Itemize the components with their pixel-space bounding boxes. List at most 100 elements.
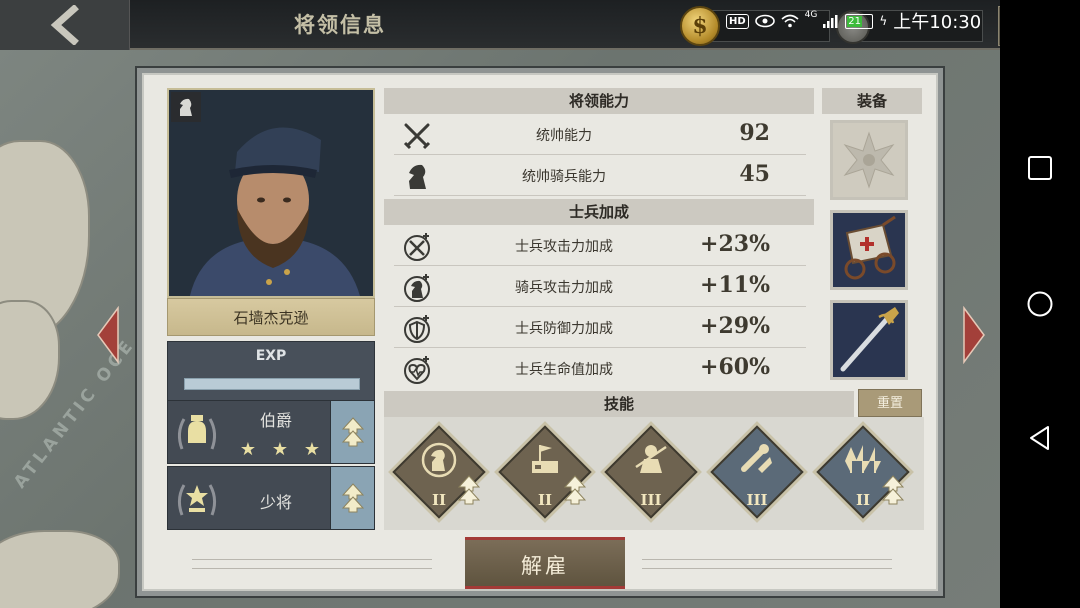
fortification-flag-icon <box>532 445 558 473</box>
bonus-value: +11% <box>700 272 770 298</box>
hd-icon: HD <box>726 13 749 29</box>
equipment-slot-sword[interactable] <box>830 300 908 380</box>
dismiss-general-button[interactable]: 解雇 <box>465 537 625 589</box>
network-type: 4G <box>804 10 818 20</box>
previous-general-arrow-icon[interactable] <box>94 306 122 364</box>
home-icon[interactable] <box>1026 290 1054 318</box>
saber-icon <box>840 307 899 372</box>
bonus-label: 士兵攻击力加成 <box>515 239 613 255</box>
bonus-row-attack: 士兵攻击力加成 +23% <box>394 226 806 266</box>
nobility-rank-row: 伯爵 ★ ★ ★ <box>167 400 375 464</box>
exp-progress-bar <box>184 378 360 390</box>
bonus-row-cavalry-attack: 骑兵攻击力加成 +11% <box>394 267 806 307</box>
crossed-swords-icon <box>403 123 431 150</box>
bonus-label: 士兵防御力加成 <box>515 321 613 337</box>
cannon-ammo-icon <box>741 444 772 473</box>
soldier-charge-icon <box>635 445 667 473</box>
signal-icon <box>823 15 838 28</box>
back-nav-icon[interactable] <box>1026 424 1054 452</box>
reset-skills-button[interactable]: 重置 <box>858 389 922 417</box>
up-arrow-icon <box>341 483 364 513</box>
general-info-panel: 石墙杰克逊 EXP 伯爵 ★ ★ ★ 少将 将领能力 统帅能力 92 统帅骑兵能… <box>137 68 943 596</box>
skill-tier: III <box>746 491 768 509</box>
cavalry-bonus-icon <box>404 274 430 302</box>
ambulance-wagon-icon <box>844 215 896 280</box>
skills-area: II II III III II <box>384 417 924 530</box>
landmass <box>0 530 120 608</box>
ability-label: 统帅能力 <box>536 128 592 144</box>
ability-label: 统帅骑兵能力 <box>522 169 606 185</box>
maltese-cross-icon <box>843 131 895 189</box>
clock: 上午10:30 <box>893 12 982 33</box>
forest-icon <box>845 445 881 473</box>
nobility-stars: ★ ★ ★ <box>232 441 328 459</box>
military-rank-row: 少将 <box>167 466 375 530</box>
general-name: 石墙杰克逊 <box>167 298 375 336</box>
skill-slot-3[interactable]: III <box>604 425 698 519</box>
horse-head-icon <box>409 164 426 189</box>
bonus-label: 骑兵攻击力加成 <box>515 280 613 296</box>
eye-icon <box>754 14 775 28</box>
skill-upgrade-arrow-icon <box>458 475 480 505</box>
knight-chess-icon <box>180 98 192 116</box>
skill-slot-1[interactable]: II <box>392 425 486 519</box>
exp-section: EXP <box>167 341 375 401</box>
bonus-label: 士兵生命值加成 <box>515 362 613 378</box>
star-icon: ★ <box>239 439 257 460</box>
military-rank-title: 少将 <box>259 493 292 512</box>
general-portrait <box>167 88 375 298</box>
gold-coin-icon: $ <box>680 6 720 46</box>
game-screen: ATLANTIC OCE 将领信息 $ HD 4G 21 ϟ 上午10:30 石… <box>0 0 1080 608</box>
ability-row-command: 统帅能力 92 <box>394 115 806 155</box>
skill-slot-5[interactable]: II <box>816 425 910 519</box>
bonus-value: +23% <box>700 231 770 257</box>
charging-icon: ϟ <box>879 14 888 28</box>
abilities-header: 将领能力 <box>384 88 814 114</box>
attack-bonus-icon <box>404 233 430 261</box>
cavalry-class-badge <box>171 92 201 122</box>
ability-value: 92 <box>739 120 770 146</box>
bonus-row-defense: 士兵防御力加成 +29% <box>394 308 806 348</box>
page-title: 将领信息 <box>294 12 386 37</box>
upgrade-nobility-button[interactable] <box>330 401 374 463</box>
bonus-value: +60% <box>700 354 770 380</box>
top-bar: 将领信息 $ HD 4G 21 ϟ 上午10:30 <box>0 0 1000 50</box>
skill-upgrade-arrow-icon <box>882 475 904 505</box>
ability-row-cavalry-command: 统帅骑兵能力 45 <box>394 156 806 196</box>
star-icon: ★ <box>271 439 289 460</box>
skill-tier: III <box>640 491 662 509</box>
heart-bonus-icon <box>404 356 430 384</box>
up-arrow-icon <box>341 417 364 447</box>
decorative-line <box>192 559 432 569</box>
laurel-helmet-icon <box>177 415 217 450</box>
battery-icon: 21 <box>845 13 874 29</box>
laurel-star-icon <box>177 484 217 516</box>
battery-level: 21 <box>847 15 862 27</box>
recent-apps-icon[interactable] <box>1026 154 1054 182</box>
system-status-bar: HD 4G 21 ϟ 上午10:30 <box>726 8 981 34</box>
exp-label: EXP <box>255 348 287 364</box>
ability-value: 45 <box>739 161 770 187</box>
equipment-slot-medal[interactable] <box>830 120 908 200</box>
horse-medal-icon <box>421 442 457 478</box>
next-general-arrow-icon[interactable] <box>960 306 988 364</box>
decorative-line <box>642 559 892 569</box>
back-arrow-icon <box>50 5 79 45</box>
bonus-value: +29% <box>700 313 770 339</box>
back-button[interactable] <box>0 0 130 50</box>
android-navigation-bar <box>1000 0 1080 608</box>
equipment-slot-wagon[interactable] <box>830 210 908 290</box>
bonus-row-health: 士兵生命值加成 +60% <box>394 349 806 389</box>
wifi-icon <box>781 14 799 28</box>
skill-upgrade-arrow-icon <box>564 475 586 505</box>
star-icon: ★ <box>303 439 321 460</box>
nobility-title: 伯爵 <box>259 411 292 430</box>
upgrade-rank-button[interactable] <box>330 467 374 529</box>
equipment-header: 装备 <box>822 88 922 114</box>
bonuses-header: 士兵加成 <box>384 199 814 225</box>
skill-slot-4[interactable]: III <box>710 425 804 519</box>
skills-header: 技能 <box>384 391 854 417</box>
shield-bonus-icon <box>404 315 430 343</box>
landmass <box>0 300 60 420</box>
skill-slot-2[interactable]: II <box>498 425 592 519</box>
